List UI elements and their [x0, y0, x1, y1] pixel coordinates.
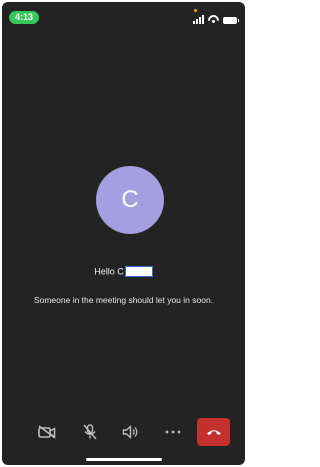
speaker-button[interactable]: [117, 418, 145, 446]
greeting: Hello C: [2, 266, 245, 278]
redaction-box: [124, 266, 153, 278]
battery-icon: [223, 17, 239, 24]
speaker-icon: [122, 425, 138, 439]
more-options-icon: [165, 430, 181, 434]
signal-icon: [193, 9, 204, 24]
call-toolbar: [2, 418, 245, 448]
more-options-button[interactable]: [159, 418, 187, 446]
status-time: 4:13: [9, 11, 39, 24]
home-indicator[interactable]: [86, 458, 162, 461]
status-icons: [193, 9, 239, 24]
mic-off-icon: [83, 424, 97, 440]
end-call-button[interactable]: [197, 418, 230, 446]
camera-toggle-button[interactable]: [33, 418, 61, 446]
avatar-initial: C: [121, 186, 139, 213]
mic-toggle-button[interactable]: [76, 418, 104, 446]
end-call-icon: [206, 430, 221, 435]
avatar: C: [96, 166, 164, 234]
camera-off-icon: [38, 425, 56, 439]
greeting-text: Hello C: [94, 266, 124, 277]
wifi-icon: [208, 15, 219, 24]
lobby-message: Someone in the meeting should let you in…: [33, 295, 214, 305]
phone-screen: 4:13 C Hello C Someone in the meeting sh…: [2, 2, 245, 465]
